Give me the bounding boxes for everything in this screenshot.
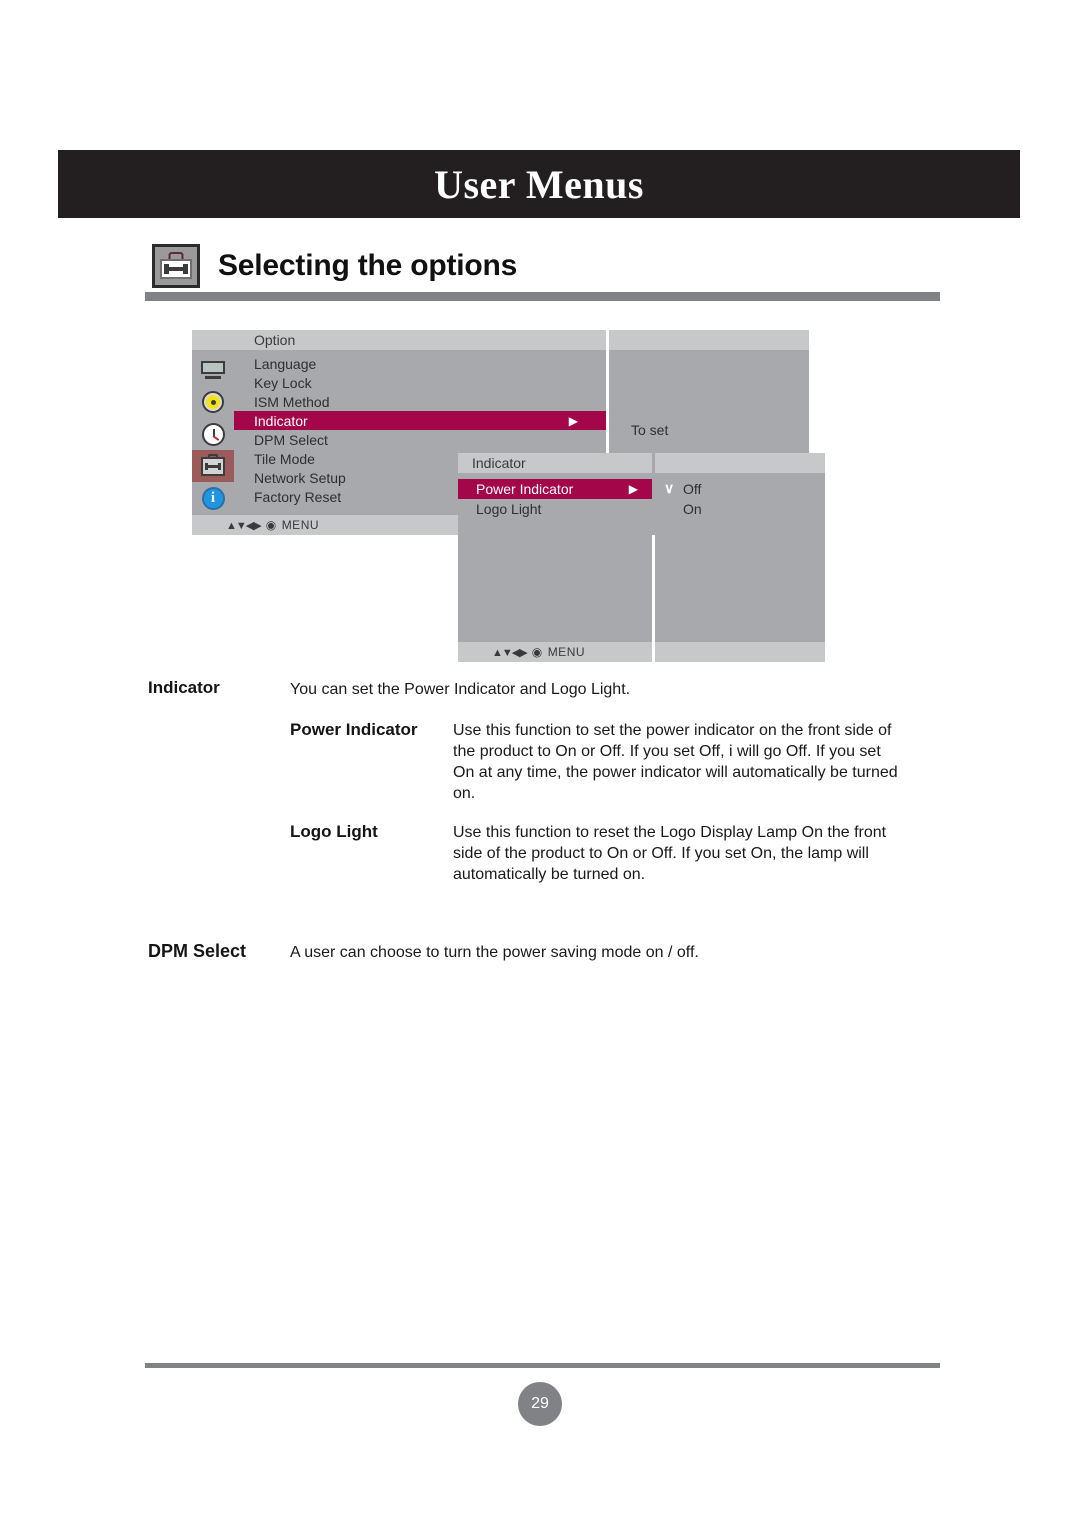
osd-navbar-label: MENU: [547, 645, 586, 659]
menu-item-label: Factory Reset: [254, 488, 342, 505]
osd-indicator-values-titlebar: [655, 453, 825, 473]
menu-item-ism-method[interactable]: ISM Method: [234, 392, 606, 411]
picture-color-icon[interactable]: [192, 386, 234, 418]
info-icon[interactable]: i: [192, 482, 234, 514]
menu-item-indicator[interactable]: Indicator ▶: [234, 411, 606, 430]
wrench-glyph: [164, 264, 188, 274]
clock-icon[interactable]: [192, 418, 234, 450]
chevron-right-icon: ▶: [628, 482, 638, 496]
page-number-badge: 29: [518, 1382, 562, 1426]
osd-preview-text: To set: [631, 422, 669, 438]
osd-indicator-menu-list: Power Indicator ▶ Logo Light: [458, 473, 652, 642]
osd-indicator-options-list: ∨ Off On: [655, 473, 825, 642]
section-heading: Selecting the options: [152, 244, 517, 288]
desc-power-indicator: Use this function to set the power indic…: [453, 722, 898, 802]
page-header-band: User Menus: [58, 150, 1020, 218]
desc-indicator: You can set the Power Indicator and Logo…: [290, 681, 631, 698]
menu-item-label: Key Lock: [254, 374, 312, 391]
menu-item-label: ISM Method: [254, 393, 330, 410]
osd-indicator-titlebar: Indicator: [458, 453, 652, 473]
menu-item-language[interactable]: Language: [234, 354, 606, 373]
menu-item-dpm-select[interactable]: DPM Select: [234, 430, 606, 449]
osd-indicator-title: Indicator: [472, 455, 526, 471]
option-off[interactable]: ∨ Off: [655, 479, 825, 499]
menu-item-label: Language: [254, 355, 317, 372]
menu-item-label: DPM Select: [254, 431, 328, 448]
menu-item-label: Network Setup: [254, 469, 346, 486]
option-label: On: [683, 501, 702, 517]
dpad-arrows-icon: ▲▼◀▶: [492, 646, 528, 659]
heading-divider: [145, 292, 940, 301]
term-indicator: Indicator: [148, 678, 220, 697]
osd-option-titlebar: Option: [192, 330, 606, 350]
desc-logo-light: Use this function to reset the Logo Disp…: [453, 824, 887, 883]
menu-item-label: Logo Light: [476, 501, 542, 517]
footer-divider: [145, 1363, 940, 1368]
ok-dot-icon: ◉: [265, 518, 277, 532]
osd-option-title: Option: [254, 332, 296, 348]
menu-item-label: Tile Mode: [254, 450, 315, 467]
term-dpm-select: DPM Select: [148, 941, 247, 961]
toolbox-body: [160, 259, 192, 279]
menu-item-label: Indicator: [254, 412, 308, 429]
toolbox-icon: [152, 244, 200, 288]
option-label: Off: [683, 481, 702, 497]
section-title: Selecting the options: [218, 249, 518, 282]
term-logo-light: Logo Light: [290, 822, 378, 841]
osd-indicator-navbar: ▲▼◀▶ ◉ MENU: [458, 642, 652, 662]
osd-option-preview-titlebar: [609, 330, 809, 350]
term-power-indicator: Power Indicator: [290, 720, 418, 739]
monitor-icon[interactable]: [192, 354, 234, 386]
osd-indicator-panel: Indicator Power Indicator ▶ Logo Light ▲…: [458, 453, 825, 662]
chevron-right-icon: ▶: [568, 413, 578, 428]
check-mark-icon: ∨: [664, 480, 675, 496]
toolbox-handle: [168, 252, 184, 259]
desc-dpm-select: A user can choose to turn the power savi…: [290, 944, 699, 961]
toolbox-icon-rail[interactable]: [192, 450, 234, 482]
option-on[interactable]: On: [655, 499, 825, 519]
menu-item-logo-light[interactable]: Logo Light: [458, 499, 652, 519]
osd-indicator-left: Indicator Power Indicator ▶ Logo Light ▲…: [458, 453, 652, 662]
dpad-arrows-icon: ▲▼◀▶: [226, 519, 262, 532]
menu-item-label: Power Indicator: [476, 481, 574, 497]
page-title: User Menus: [434, 161, 644, 207]
osd-navbar-label: MENU: [281, 518, 320, 532]
ok-dot-icon: ◉: [531, 645, 543, 659]
osd-icon-rail: i: [192, 350, 234, 515]
osd-indicator-values: ∨ Off On: [655, 453, 825, 662]
menu-item-power-indicator[interactable]: Power Indicator ▶: [458, 479, 652, 499]
osd-indicator-values-footer: [655, 642, 825, 662]
menu-item-key-lock[interactable]: Key Lock: [234, 373, 606, 392]
